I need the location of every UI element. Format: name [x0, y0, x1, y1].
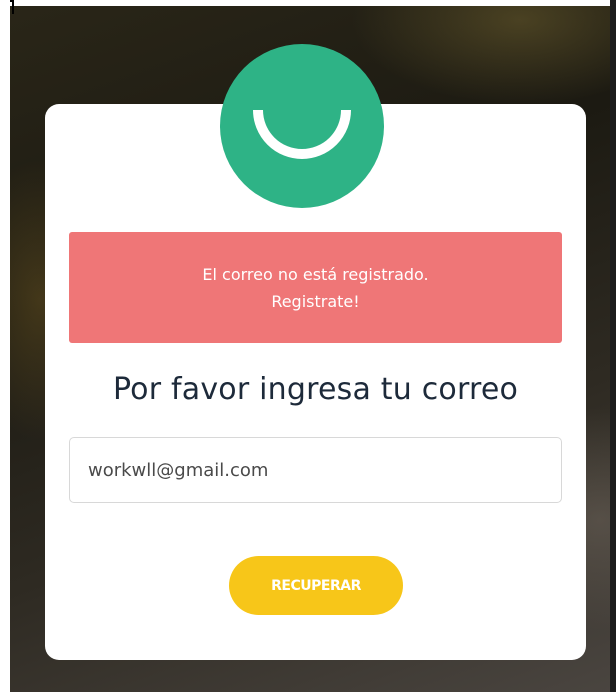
email-input[interactable] — [69, 437, 562, 503]
error-alert: El correo no está registrado. Registrate… — [69, 232, 562, 343]
window-frame-left — [0, 0, 10, 692]
form-title: Por favor ingresa tu correo — [112, 372, 519, 407]
alert-line-1: El correo no está registrado. — [202, 264, 429, 284]
window-frame-top — [0, 0, 616, 6]
window-frame-right — [610, 0, 616, 692]
alert-line-2: Registrate! — [271, 291, 360, 311]
recover-button[interactable]: RECUPERAR — [229, 556, 403, 615]
smile-logo — [220, 44, 384, 208]
smile-icon — [253, 109, 351, 159]
